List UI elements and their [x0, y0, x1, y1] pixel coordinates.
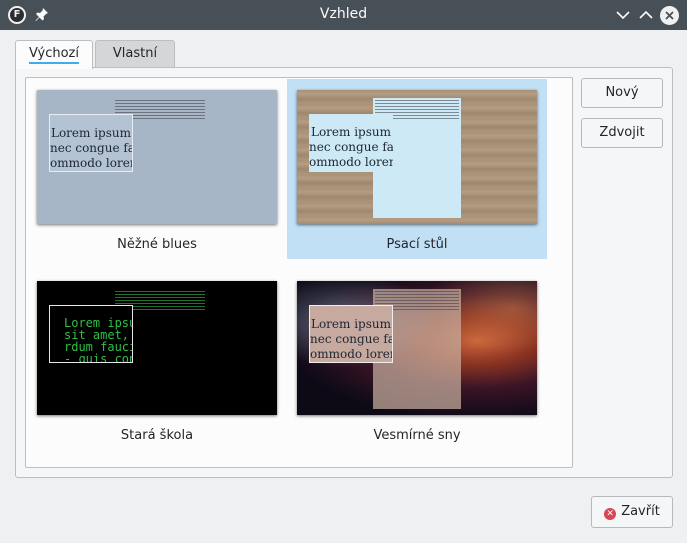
chevron-up-icon[interactable] — [637, 6, 655, 24]
window-title: Vzhled — [319, 6, 368, 22]
title-bar: F Vzhled — [0, 0, 687, 30]
close-button[interactable]: ✕ Zavřít — [591, 496, 673, 528]
theme-name: Něžné blues — [117, 237, 197, 252]
close-button-label: Zavřít — [621, 504, 660, 519]
theme-item-desk[interactable]: Lorem ipsum nec congue faci ommodo lorem… — [287, 79, 547, 259]
theme-name: Stará škola — [120, 428, 194, 443]
theme-name: Psací stůl — [386, 237, 448, 252]
text-box: Lorem ipsum nec congue faci ommodo lorem… — [309, 114, 393, 172]
duplicate-theme-button[interactable]: Zdvojit — [581, 118, 663, 148]
theme-item-space[interactable]: Lorem ipsum nec congue faci ommodo lorem… — [287, 270, 547, 450]
theme-name: Vesmírné sny — [373, 428, 461, 443]
text-box: Lorem ipsum nec congue faci ommodo lorem… — [309, 305, 393, 363]
text-box: Lorem ipsum nec congue faci ommodo lorem… — [49, 114, 133, 172]
theme-preview: Lorem ipsum nec congue faci ommodo lorem… — [297, 281, 537, 415]
new-theme-button[interactable]: Nový — [581, 78, 663, 108]
close-circle-icon: ✕ — [604, 508, 617, 520]
tab-default[interactable]: Výchozí — [15, 40, 93, 69]
tab-custom[interactable]: Vlastní — [95, 40, 175, 68]
theme-preview: Lorem ipsum nec congue faci ommodo lorem… — [297, 90, 537, 224]
theme-item-blues[interactable]: Lorem ipsum nec congue faci ommodo lorem… — [27, 79, 287, 259]
theme-list[interactable]: Lorem ipsum nec congue faci ommodo lorem… — [25, 77, 573, 468]
chevron-down-icon[interactable] — [614, 6, 632, 24]
theme-preview: Lorem ipsum nec congue faci ommodo lorem… — [37, 90, 277, 224]
close-icon[interactable] — [660, 6, 679, 25]
theme-preview: Lorem ipsum sit amet, c rdum faucib - qu… — [37, 281, 277, 415]
text-box: Lorem ipsum sit amet, c rdum faucib - qu… — [49, 305, 133, 363]
theme-item-oldschool[interactable]: Lorem ipsum sit amet, c rdum faucib - qu… — [27, 270, 287, 450]
